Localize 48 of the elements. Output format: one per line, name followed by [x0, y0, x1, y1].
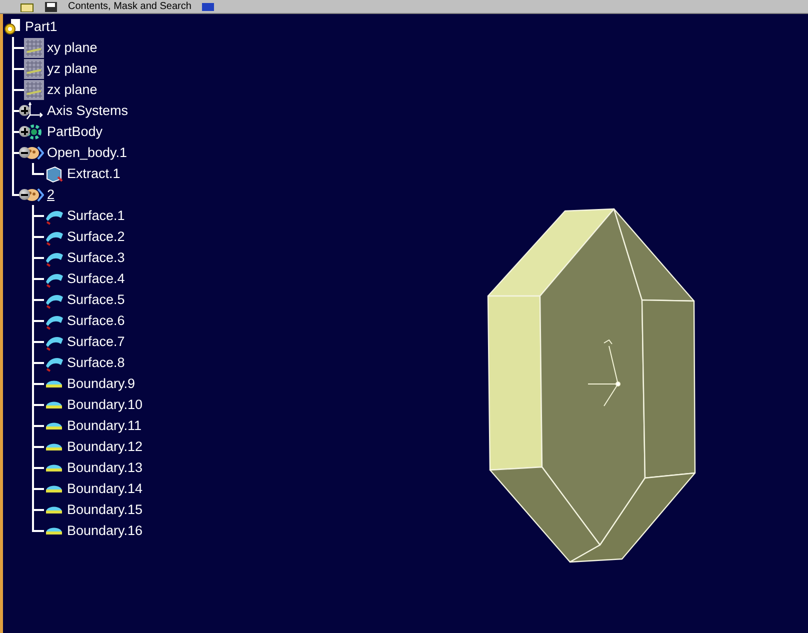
plane-icon [24, 80, 44, 100]
plane-icon [24, 58, 44, 78]
tree-item[interactable]: xy plane [46, 40, 98, 55]
plane-icon [24, 38, 44, 58]
save-icon[interactable] [44, 2, 58, 12]
tree-item[interactable]: 2 [46, 187, 56, 202]
tree-item[interactable]: Surface.8 [66, 355, 126, 370]
tree-item[interactable]: Boundary.9 [66, 376, 136, 391]
boundary-icon [45, 442, 63, 450]
tree-item[interactable]: Surface.6 [66, 313, 126, 328]
tree-item[interactable]: Open_body.1 [46, 145, 128, 160]
boundary-icon [45, 400, 63, 408]
tree-item[interactable]: Boundary.14 [66, 481, 144, 496]
axis-compass-icon [588, 339, 620, 406]
tree-item[interactable]: Part1 [24, 19, 58, 34]
boundary-icon [45, 506, 63, 514]
boundary-icon [45, 484, 63, 492]
tree-item[interactable]: PartBody [46, 124, 104, 139]
tree-item[interactable]: Boundary.11 [66, 418, 143, 433]
boundary-icon [45, 380, 63, 388]
tree-item[interactable]: Extract.1 [66, 166, 122, 181]
tree-item[interactable]: Surface.1 [66, 208, 126, 223]
tree-item[interactable]: zx plane [46, 82, 98, 97]
axis-icon [24, 102, 44, 120]
tree-item[interactable]: Axis Systems [46, 103, 130, 118]
tree-item[interactable]: yz plane [46, 61, 98, 76]
toolbar-label: Contents, Mask and Search [68, 1, 192, 12]
expand-toggle[interactable] [19, 147, 30, 158]
folder-icon [20, 2, 34, 12]
toolbar-icon[interactable] [201, 2, 216, 12]
boundary-icon [45, 464, 63, 472]
tree-item[interactable]: Surface.3 [66, 250, 126, 265]
boundary-icon [45, 526, 63, 534]
tree-item[interactable]: Surface.7 [66, 334, 126, 349]
part-icon [4, 18, 22, 36]
extract-icon [44, 164, 64, 182]
tree-item[interactable]: Boundary.10 [66, 397, 144, 412]
tree-item[interactable]: Surface.4 [66, 271, 126, 286]
expand-toggle[interactable] [19, 189, 30, 200]
tree-item[interactable]: Boundary.15 [66, 502, 144, 517]
tree-item[interactable]: Surface.5 [66, 292, 126, 307]
tree-item[interactable]: Boundary.16 [66, 523, 144, 538]
expand-toggle[interactable] [19, 105, 30, 116]
tree-item[interactable]: Surface.2 [66, 229, 126, 244]
tree-item[interactable]: Boundary.13 [66, 460, 144, 475]
boundary-icon [45, 422, 63, 430]
tree-item[interactable]: Boundary.12 [66, 439, 144, 454]
expand-toggle[interactable] [19, 126, 30, 137]
